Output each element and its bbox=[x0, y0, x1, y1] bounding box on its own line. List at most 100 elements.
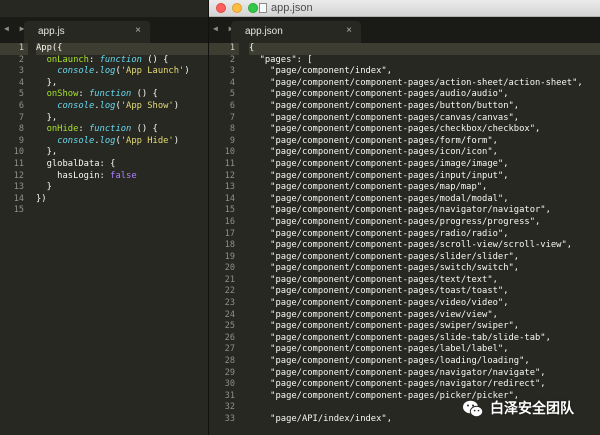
tab-label: app.js bbox=[38, 26, 65, 37]
line-number: 8 bbox=[18, 124, 24, 135]
code-line: } bbox=[36, 182, 52, 193]
line-number: 15 bbox=[13, 205, 24, 216]
line-number: 3 bbox=[18, 66, 24, 77]
watermark-text: 白泽安全团队 bbox=[490, 401, 574, 417]
line-number: 14 bbox=[13, 193, 24, 204]
code-line: "page/component/component-pages/video/vi… bbox=[249, 298, 509, 309]
line-number: 8 bbox=[229, 124, 235, 135]
line-number: 11 bbox=[224, 158, 235, 169]
line-number: 27 bbox=[224, 344, 235, 355]
code-area[interactable]: App({ onLaunch: function () { console.lo… bbox=[36, 43, 208, 435]
window-minimize-button[interactable] bbox=[232, 3, 242, 13]
code-line: "page/component/component-pages/icon/ico… bbox=[249, 147, 498, 158]
code-line: "page/component/component-pages/input/in… bbox=[249, 170, 509, 181]
line-number: 6 bbox=[229, 100, 235, 111]
line-number: 32 bbox=[224, 402, 235, 413]
code-line: "page/component/component-pages/swiper/s… bbox=[249, 321, 520, 332]
line-number: 4 bbox=[18, 77, 24, 88]
code-line: "page/component/component-pages/map/map"… bbox=[249, 182, 488, 193]
code-line: onShow: function () { bbox=[46, 89, 158, 100]
line-number: 18 bbox=[224, 240, 235, 251]
code-line: "page/component/component-pages/navigato… bbox=[249, 379, 546, 390]
code-line: "page/component/component-pages/navigato… bbox=[249, 205, 551, 216]
code-line: "page/component/component-pages/checkbox… bbox=[249, 124, 541, 135]
code-line: "page/component/component-pages/image/im… bbox=[249, 158, 509, 169]
line-number: 7 bbox=[229, 112, 235, 123]
code-line: "page/component/component-pages/navigato… bbox=[249, 367, 546, 378]
line-number-gutter: 1 2 3 4 5 6 7 8 9 10 11 12 13 14 15 16 17 18 19 20 21 22 23 24 2… bbox=[209, 43, 239, 435]
close-tab-icon[interactable]: × bbox=[346, 25, 352, 37]
code-line: console.log('App Hide') bbox=[57, 135, 180, 146]
line-number: 26 bbox=[224, 332, 235, 343]
code-line: onLaunch: function () { bbox=[46, 54, 169, 65]
line-number: 28 bbox=[224, 356, 235, 367]
code-line: "page/component/component-pages/text/tex… bbox=[249, 274, 498, 285]
code-line: }, bbox=[36, 77, 58, 88]
line-number: 23 bbox=[224, 298, 235, 309]
code-line: "page/component/component-pages/slider/s… bbox=[249, 251, 520, 262]
line-number: 7 bbox=[18, 112, 24, 123]
window-title: app.json bbox=[271, 2, 313, 14]
line-number: 14 bbox=[224, 193, 235, 204]
right-tab-bar: ◀ ▶ app.json × bbox=[209, 17, 600, 43]
line-number: 24 bbox=[224, 309, 235, 320]
tab-app-js[interactable]: app.js × bbox=[24, 21, 150, 43]
line-number: 16 bbox=[224, 216, 235, 227]
line-number: 1 bbox=[0, 43, 28, 55]
code-line: }, bbox=[36, 147, 58, 158]
line-number: 12 bbox=[13, 170, 24, 181]
code-line: globalData: { bbox=[36, 158, 116, 169]
code-line: "page/component/component-pages/modal/mo… bbox=[249, 193, 509, 204]
right-editor-pane[interactable]: ◀ ▶ app.json × 1 2 3 4 5 6 7 8 9 10 11 12 13 14 15 16 17… bbox=[209, 0, 600, 435]
code-line: "pages": [ bbox=[249, 54, 313, 65]
window-titlebar[interactable] bbox=[209, 0, 600, 17]
line-number: 17 bbox=[224, 228, 235, 239]
line-number: 1 bbox=[209, 43, 239, 55]
tab-label: app.json bbox=[245, 26, 283, 37]
line-number: 33 bbox=[224, 414, 235, 424]
code-line: "page/component/component-pages/audio/au… bbox=[249, 89, 509, 100]
line-number: 5 bbox=[18, 89, 24, 100]
line-number: 31 bbox=[224, 390, 235, 401]
window-maximize-button[interactable] bbox=[248, 3, 258, 13]
code-area[interactable]: { "pages": [ "page/component/index", "pa… bbox=[249, 43, 600, 435]
line-number: 10 bbox=[13, 147, 24, 158]
window-close-button[interactable] bbox=[216, 3, 226, 13]
code-line: { bbox=[249, 43, 600, 55]
code-line: console.log('App Launch') bbox=[57, 66, 190, 77]
code-line: "page/component/component-pages/canvas/c… bbox=[249, 112, 520, 123]
code-line: }) bbox=[36, 193, 47, 204]
line-number: 15 bbox=[224, 205, 235, 216]
code-line: "page/component/component-pages/switch/s… bbox=[249, 263, 520, 274]
left-editor-pane[interactable]: ◀ ▶ app.js × 1 2 3 4 5 6 7 8 9 10 11 12 13 14 15 App({… bbox=[0, 0, 208, 435]
code-line: console.log('App Show') bbox=[57, 100, 180, 111]
line-number: 21 bbox=[224, 274, 235, 285]
line-number: 10 bbox=[224, 147, 235, 158]
code-line: App({ bbox=[36, 43, 208, 55]
code-line: "page/component/component-pages/loading/… bbox=[249, 356, 530, 367]
document-icon bbox=[259, 3, 267, 13]
code-line: "page/component/component-pages/form/for… bbox=[249, 135, 498, 146]
close-tab-icon[interactable]: × bbox=[135, 25, 141, 37]
line-number: 3 bbox=[229, 66, 235, 77]
code-line: "page/component/component-pages/slide-ta… bbox=[249, 332, 551, 343]
line-number: 6 bbox=[18, 100, 24, 111]
wechat-icon bbox=[463, 400, 484, 418]
code-line: onHide: function () { bbox=[46, 124, 158, 135]
left-tab-bar: ◀ ▶ app.js × bbox=[0, 17, 208, 43]
code-line: "page/component/component-pages/toast/to… bbox=[249, 286, 509, 297]
tab-app-json[interactable]: app.json × bbox=[231, 21, 361, 43]
line-number: 13 bbox=[13, 182, 24, 193]
line-number: 19 bbox=[224, 251, 235, 262]
line-number: 2 bbox=[229, 54, 235, 65]
code-line: "page/component/component-pages/label/la… bbox=[249, 344, 509, 355]
line-number: 22 bbox=[224, 286, 235, 297]
line-number: 4 bbox=[229, 77, 235, 88]
line-number: 13 bbox=[224, 182, 235, 193]
line-number: 30 bbox=[224, 379, 235, 390]
line-number: 12 bbox=[224, 170, 235, 181]
line-number: 5 bbox=[229, 89, 235, 100]
line-number: 29 bbox=[224, 367, 235, 378]
code-line: "page/component/index", bbox=[249, 66, 392, 77]
